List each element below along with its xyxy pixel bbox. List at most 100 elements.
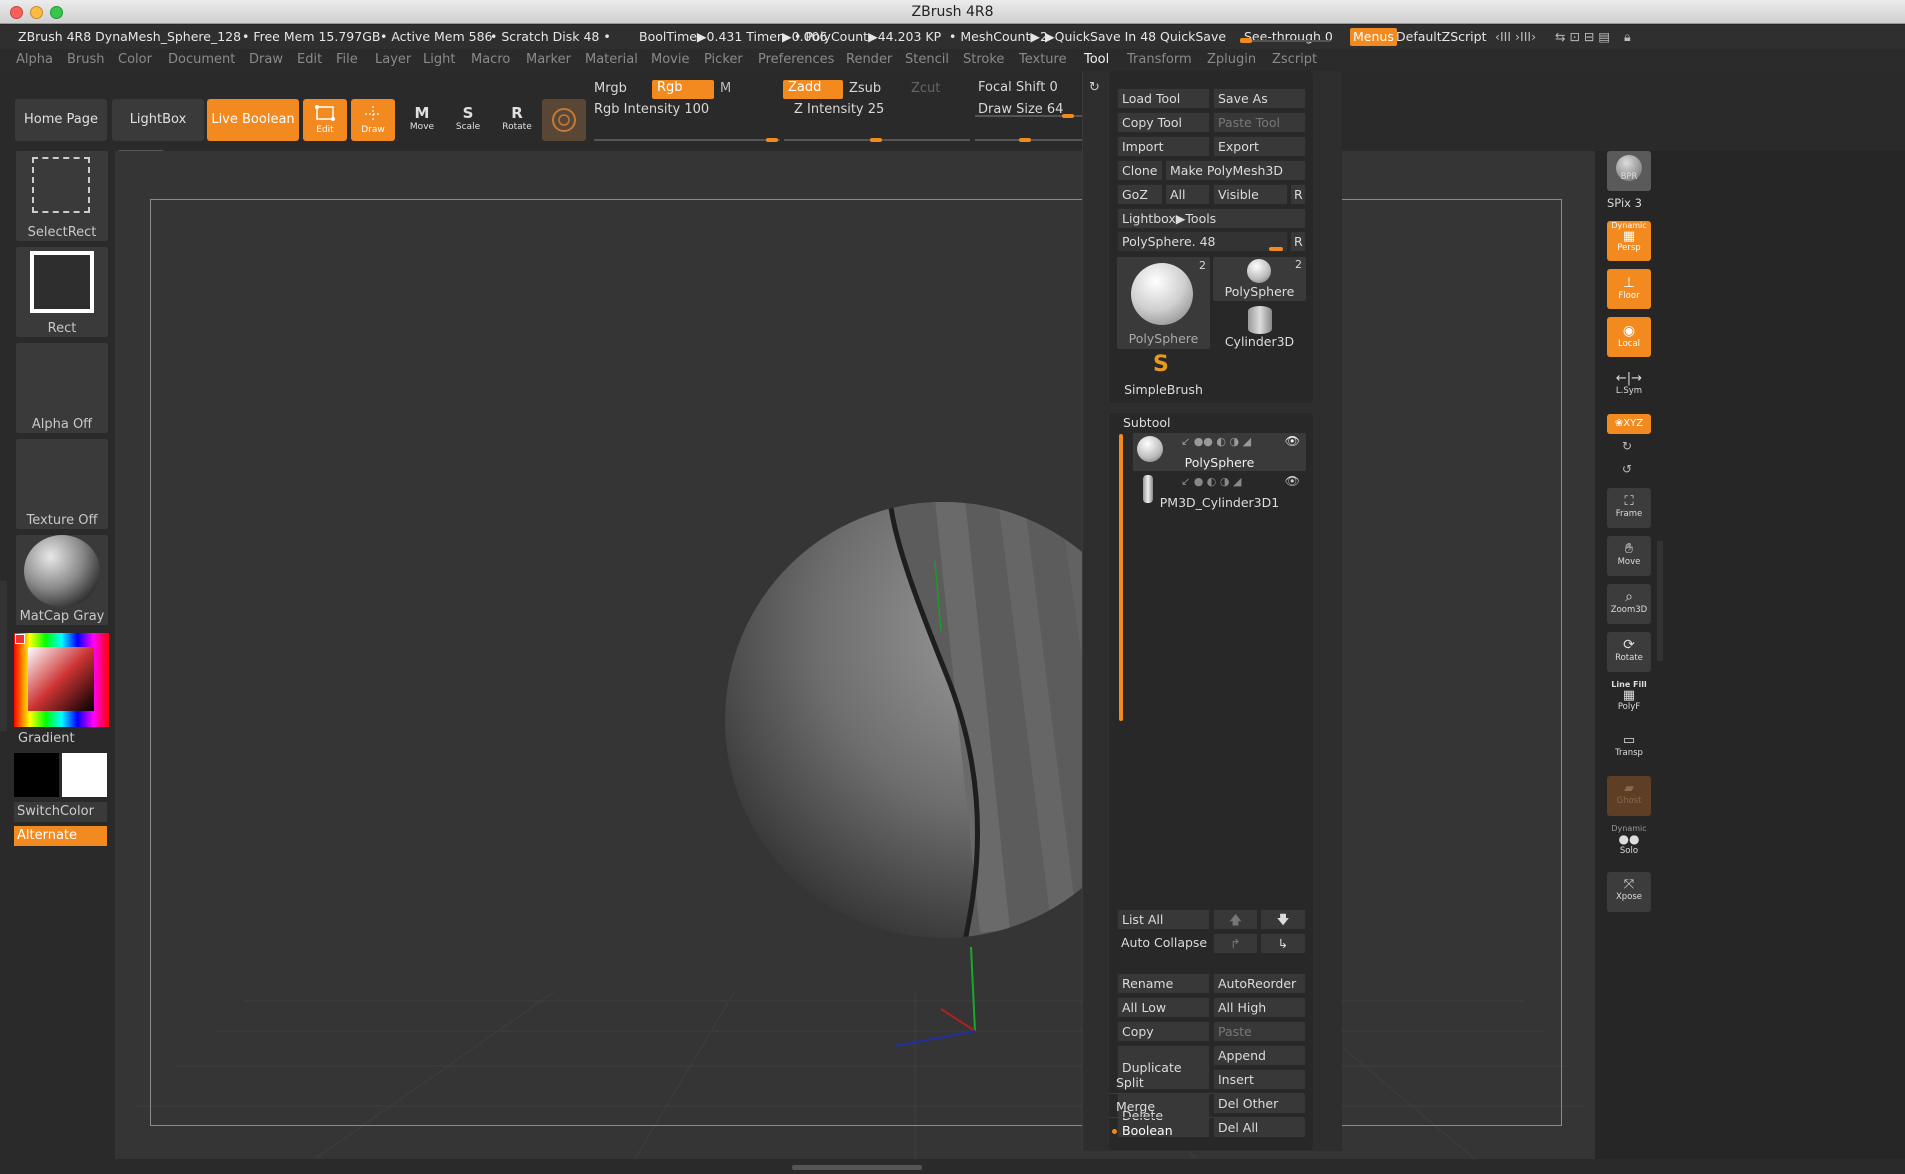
ghost-button[interactable]: ▰ Ghost [1607, 776, 1651, 816]
scale-mode-button[interactable]: S Scale [448, 99, 488, 141]
subtool-scrollbar[interactable] [1119, 434, 1123, 721]
import-button[interactable]: Import [1117, 136, 1210, 157]
goz-visible-button[interactable]: Visible [1213, 184, 1288, 205]
subtool-header[interactable]: Subtool [1123, 415, 1170, 430]
zoom3d-button[interactable]: ⌕ Zoom3D [1607, 584, 1651, 624]
menu-movie[interactable]: Movie [651, 49, 689, 71]
quicksave-button[interactable]: QuickSave [1160, 25, 1226, 49]
polysphere-tool-slider[interactable]: PolySphere. 48 [1117, 231, 1288, 252]
home-page-button[interactable]: Home Page [15, 99, 107, 141]
bottom-tray-handle[interactable] [792, 1165, 922, 1170]
rename-button[interactable]: Rename [1117, 973, 1210, 994]
tool-thumb-polysphere-active[interactable]: 2 PolySphere [1117, 257, 1210, 349]
switchcolor-button[interactable]: SwitchColor [14, 802, 107, 822]
move-down-icon[interactable]: 🡇 [1260, 909, 1306, 930]
solo-button[interactable]: Dynamic ●● Solo [1607, 824, 1651, 864]
menu-light[interactable]: Light [423, 49, 455, 71]
m-button[interactable]: M [720, 81, 731, 96]
lightbox-tools-button[interactable]: Lightbox▶Tools [1117, 208, 1306, 229]
goz-button[interactable]: GoZ [1117, 184, 1163, 205]
clone-button[interactable]: Clone [1117, 160, 1163, 181]
all-high-button[interactable]: All High [1213, 997, 1306, 1018]
zsub-button[interactable]: Zsub [849, 81, 881, 96]
bpr-button[interactable]: BPR [1607, 151, 1651, 191]
polysphere-r-button[interactable]: R [1290, 231, 1306, 252]
color-picker-hue-ring[interactable] [14, 633, 109, 727]
export-button[interactable]: Export [1213, 136, 1306, 157]
rgb-button[interactable]: Rgb [652, 80, 714, 99]
tool-thumb-simplebrush[interactable]: S SimpleBrush [1117, 352, 1210, 398]
menu-layer[interactable]: Layer [375, 49, 411, 71]
z-intensity-knob[interactable] [870, 138, 882, 142]
split-section[interactable]: Split [1108, 1072, 1304, 1094]
left-tray-handle[interactable] [0, 581, 7, 731]
spix-slider[interactable]: SPix 3 [1607, 196, 1642, 210]
menu-edit[interactable]: Edit [297, 49, 322, 71]
frame-button[interactable]: ⛶ Frame [1607, 488, 1651, 528]
list-all-button[interactable]: List All [1117, 909, 1210, 930]
goz-r-button[interactable]: R [1290, 184, 1306, 205]
transp-button[interactable]: ▭ Transp [1607, 728, 1651, 768]
boolean-section[interactable]: Boolean [1108, 1120, 1304, 1142]
merge-section[interactable]: Merge [1108, 1096, 1304, 1118]
subtool-item[interactable]: ↙ ●● ◐ ◑ ◢ 👁︎ PolySphere [1133, 433, 1306, 471]
menu-file[interactable]: File [336, 49, 358, 71]
see-through-slider[interactable]: See-through 0 [1244, 25, 1333, 49]
window-layout-icon[interactable]: ⇆ ⊡ ⊟ ▤ [1555, 25, 1610, 49]
see-through-knob[interactable] [1240, 38, 1252, 43]
stroke-slot[interactable]: Rect [16, 247, 108, 337]
rgb-intensity-knob[interactable] [766, 138, 778, 142]
rotate-view-button[interactable]: ⟳ Rotate [1607, 632, 1651, 672]
draw-size-knob[interactable] [1019, 138, 1031, 142]
make-polymesh3d-button[interactable]: Make PolyMesh3D [1165, 160, 1306, 181]
move-view-button[interactable]: ✋︎ Move [1607, 536, 1651, 576]
material-slot[interactable]: MatCap Gray [16, 535, 108, 625]
menu-brush[interactable]: Brush [67, 49, 105, 71]
menu-alpha[interactable]: Alpha [16, 49, 53, 71]
draw-size-slider[interactable]: Draw Size 64 [978, 102, 1063, 117]
xpose-button[interactable]: ⤧ Xpose [1607, 872, 1651, 912]
focal-shift-slider[interactable]: Focal Shift 0 [978, 80, 1058, 95]
subtool-item[interactable]: ↙ ● ◐ ◑ ◢ 👁︎ PM3D_Cylinder3D1 [1133, 473, 1306, 511]
rotate-y-icon[interactable]: ↻ [1622, 439, 1632, 453]
copy-subtool-button[interactable]: Copy [1117, 1021, 1210, 1042]
color-picker-square[interactable] [28, 647, 94, 711]
menu-transform[interactable]: Transform [1127, 49, 1192, 71]
zcut-button[interactable]: Zcut [911, 81, 940, 96]
visibility-eye-icon[interactable]: 👁︎ [1285, 434, 1300, 448]
floor-button[interactable]: ⊥ Floor [1607, 269, 1651, 309]
draw-mode-button[interactable]: Draw [351, 99, 395, 141]
paste-subtool-button[interactable]: Paste [1213, 1021, 1306, 1042]
lock-icon[interactable]: 🔒︎ [1624, 25, 1631, 49]
texture-slot[interactable]: Texture Off [16, 439, 108, 529]
minimize-window-icon[interactable] [30, 6, 43, 19]
close-window-icon[interactable] [10, 6, 23, 19]
secondary-color-swatch[interactable] [14, 753, 59, 797]
arrow-up-right-icon[interactable]: ↱ [1213, 933, 1258, 954]
subtool-toggles-icon[interactable]: ↙ ● ◐ ◑ ◢ [1181, 475, 1241, 488]
default-zscript-button[interactable]: DefaultZScript [1396, 25, 1487, 49]
menus-toggle[interactable]: Menus [1350, 28, 1397, 46]
mrgb-button[interactable]: Mrgb [594, 81, 627, 96]
local-button[interactable]: ◉ Local [1607, 317, 1651, 357]
polyf-button[interactable]: Line Fill ▦ PolyF [1607, 680, 1651, 720]
menu-marker[interactable]: Marker [526, 49, 571, 71]
polysphere-slider-knob[interactable] [1269, 247, 1283, 251]
menu-zscript[interactable]: Zscript [1272, 49, 1317, 71]
menu-stroke[interactable]: Stroke [963, 49, 1004, 71]
zadd-button[interactable]: Zadd [783, 80, 843, 99]
persp-button[interactable]: Dynamic ▦ Persp [1607, 221, 1651, 261]
subtool-toggles-icon[interactable]: ↙ ●● ◐ ◑ ◢ [1181, 435, 1251, 448]
menu-color[interactable]: Color [118, 49, 152, 71]
goz-all-button[interactable]: All [1165, 184, 1210, 205]
visibility-eye-icon[interactable]: 👁︎ [1285, 474, 1300, 488]
right-tray-handle[interactable] [1657, 541, 1663, 661]
alpha-slot[interactable]: Alpha Off [16, 343, 108, 433]
menu-material[interactable]: Material [585, 49, 638, 71]
alternate-button[interactable]: Alternate [14, 826, 107, 846]
menu-stencil[interactable]: Stencil [905, 49, 949, 71]
save-as-button[interactable]: Save As [1213, 88, 1306, 109]
menu-zplugin[interactable]: Zplugin [1207, 49, 1256, 71]
zoom-window-icon[interactable] [50, 6, 63, 19]
copy-tool-button[interactable]: Copy Tool [1117, 112, 1210, 133]
